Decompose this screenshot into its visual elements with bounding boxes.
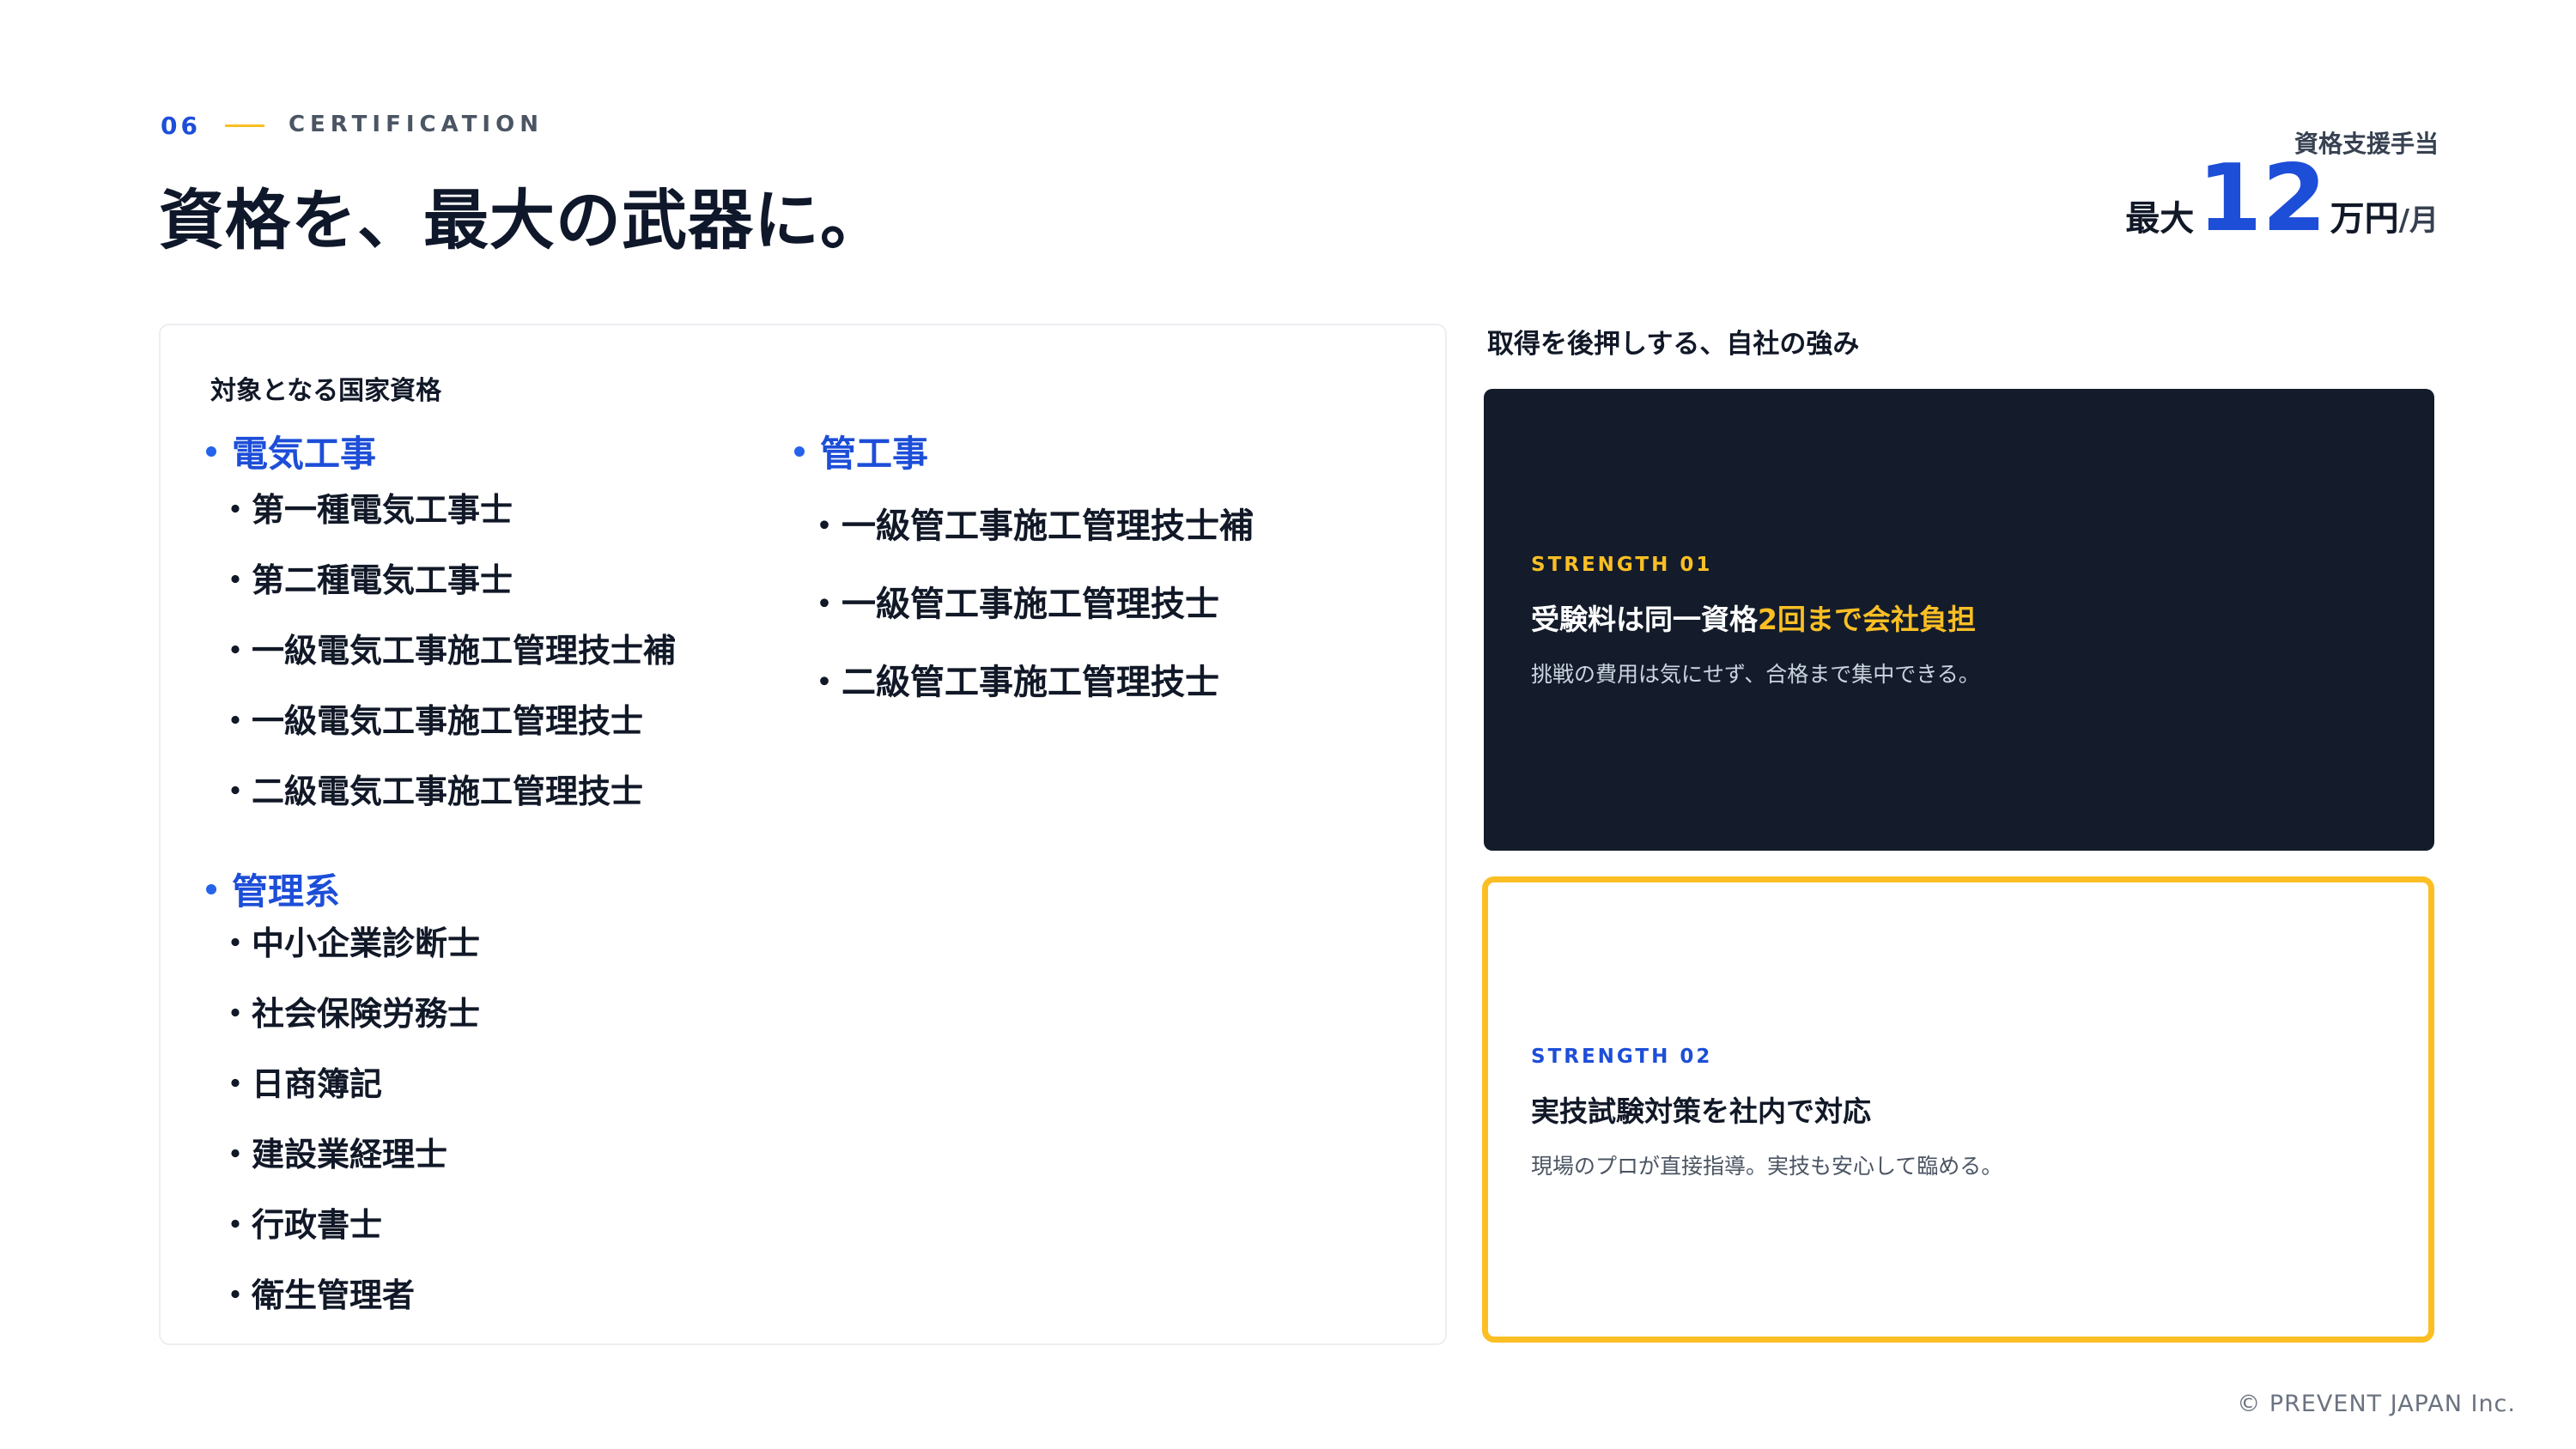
list-item: ・第一種電気工事士	[219, 491, 513, 529]
allowance-per: /月	[2398, 203, 2439, 238]
allowance-prefix: 最大	[2125, 199, 2195, 239]
list-item: ・第二種電気工事士	[219, 561, 513, 599]
bullet-dot	[794, 446, 805, 457]
category-title-management: 管理系	[206, 863, 340, 915]
category-label: 電気工事	[232, 433, 377, 475]
allowance-amount: 12	[2197, 145, 2327, 252]
section-label: CERTIFICATION	[288, 111, 544, 137]
allowance-value: 最大 12 万円 /月	[2125, 153, 2439, 246]
strength-description: 現場のプロが直接指導。実技も安心して臨める。	[1531, 1154, 2003, 1179]
list-item: ・二級管工事施工管理技士	[807, 663, 1219, 702]
category-label: 管工事	[820, 433, 929, 475]
list-item: ・日商簿記	[219, 1065, 383, 1103]
strength-title-highlight: 2回まで会社負担	[1758, 603, 1976, 636]
list-item: ・建設業経理士	[219, 1136, 448, 1173]
list-item: ・一級管工事施工管理技士補	[807, 506, 1254, 546]
copyright: © PREVENT JAPAN Inc.	[2237, 1391, 2516, 1417]
section-number: 06	[161, 112, 201, 140]
category-title-plumbing: 管工事	[794, 425, 928, 477]
list-item: ・一級電気工事施工管理技士補	[219, 632, 677, 670]
page-title: 資格を、最大の武器に。	[159, 182, 886, 258]
section-divider	[224, 124, 264, 127]
list-item: ・衛生管理者	[219, 1276, 416, 1314]
list-item: ・行政書士	[219, 1206, 383, 1244]
list-item: ・社会保険労務士	[219, 995, 481, 1033]
strength-card-02: STRENGTH 02 実技試験対策を社内で対応 現場のプロが直接指導。実技も安…	[1482, 876, 2434, 1343]
strength-title: 受験料は同一資格2回まで会社負担	[1531, 597, 1976, 638]
list-item: ・中小企業診断士	[219, 925, 481, 962]
allowance-unit: 万円	[2330, 199, 2399, 239]
strength-title-text: 受験料は同一資格	[1531, 603, 1758, 636]
strength-title: 実技試験対策を社内で対応	[1531, 1094, 1871, 1128]
list-item: ・二級電気工事施工管理技士	[219, 773, 644, 810]
list-item: ・一級電気工事施工管理技士	[219, 702, 644, 740]
strength-card-01: STRENGTH 01 受験料は同一資格2回まで会社負担 挑戦の費用は気にせず、…	[1484, 389, 2434, 851]
strength-tag: STRENGTH 02	[1531, 1046, 1713, 1068]
category-label: 管理系	[232, 870, 341, 912]
strength-tag: STRENGTH 01	[1531, 554, 1713, 576]
strengths-heading: 取得を後押しする、自社の強み	[1487, 329, 1860, 360]
qualification-heading: 対象となる国家資格	[210, 376, 442, 406]
category-title-electrical: 電気工事	[206, 425, 376, 477]
section-tag: 06 CERTIFICATION	[161, 111, 544, 141]
bullet-dot	[206, 446, 216, 457]
list-item: ・一級管工事施工管理技士	[807, 585, 1219, 624]
bullet-dot	[206, 883, 216, 894]
strength-description: 挑戦の費用は気にせず、合格まで集中できる。	[1531, 662, 1980, 687]
